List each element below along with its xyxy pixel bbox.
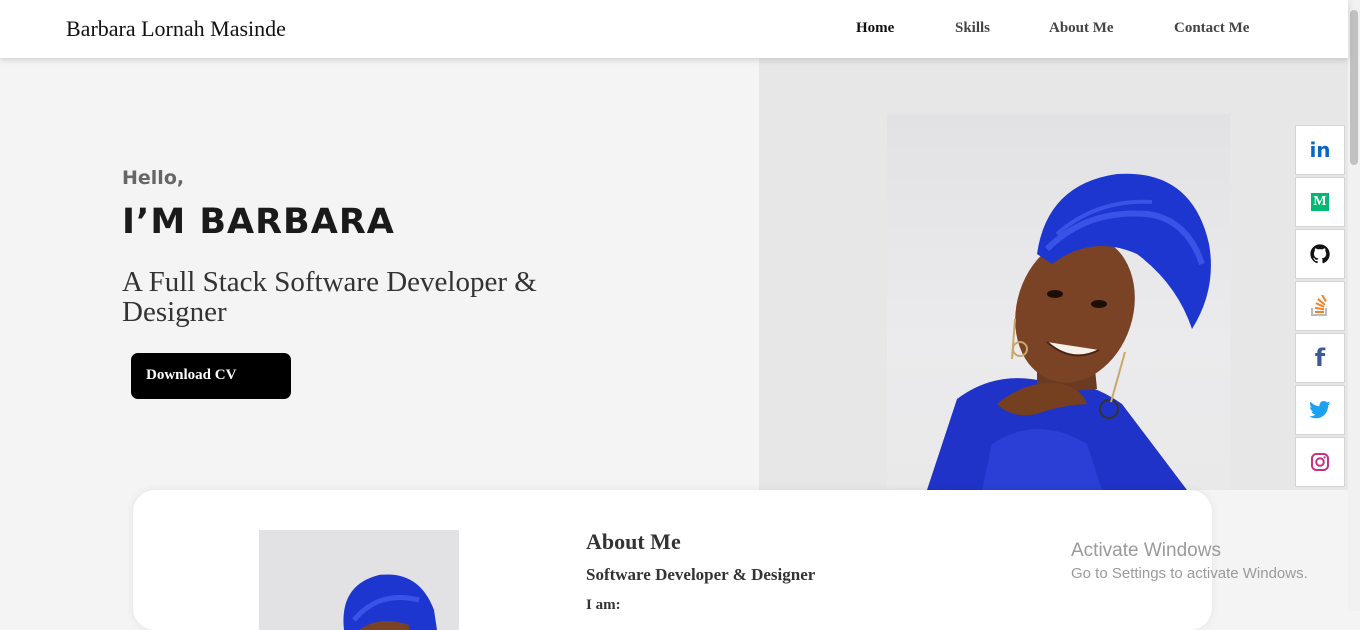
medium-link[interactable]: M [1295,177,1345,227]
nav-link-skills[interactable]: Skills [955,20,990,37]
instagram-link[interactable] [1295,437,1345,487]
profile-photo [887,114,1230,490]
activate-windows-watermark: Activate Windows Go to Settings to activ… [1071,540,1308,582]
about-subtitle: Software Developer & Designer [586,565,816,584]
about-photo [259,530,459,630]
site-brand[interactable]: Barbara Lornah Masinde [66,16,286,42]
github-link[interactable] [1295,229,1345,279]
twitter-link[interactable] [1295,385,1345,435]
download-cv-button[interactable]: Download CV [131,353,291,399]
page-scrollbar[interactable] [1348,0,1360,611]
stackoverflow-link[interactable] [1295,281,1345,331]
facebook-icon: f [1314,344,1326,372]
instagram-icon [1311,453,1329,471]
hero-name: I’M BARBARA [122,202,395,242]
hero-greeting: Hello, [122,167,185,189]
about-title: About Me [586,529,681,554]
stackoverflow-icon [1311,295,1327,316]
linkedin-link[interactable]: in [1295,125,1345,175]
github-icon [1310,244,1330,264]
about-iam-label: I am: [586,597,621,613]
navbar: Barbara Lornah Masinde Home Skills About… [0,0,1348,58]
nav-link-contact-me[interactable]: Contact Me [1174,20,1249,37]
hero-tagline: A Full Stack Software Developer & Design… [122,266,537,328]
facebook-link[interactable]: f [1295,333,1345,383]
scrollbar-thumb[interactable] [1350,10,1358,165]
twitter-icon [1309,401,1331,419]
linkedin-icon: in [1309,138,1331,162]
watermark-title: Activate Windows [1071,540,1221,561]
about-card: About Me Software Developer & Designer I… [133,490,1212,630]
medium-icon: M [1311,193,1329,211]
watermark-subtitle: Go to Settings to activate Windows. [1071,565,1308,582]
nav-link-home[interactable]: Home [856,20,894,37]
nav-link-about-me[interactable]: About Me [1049,20,1114,37]
